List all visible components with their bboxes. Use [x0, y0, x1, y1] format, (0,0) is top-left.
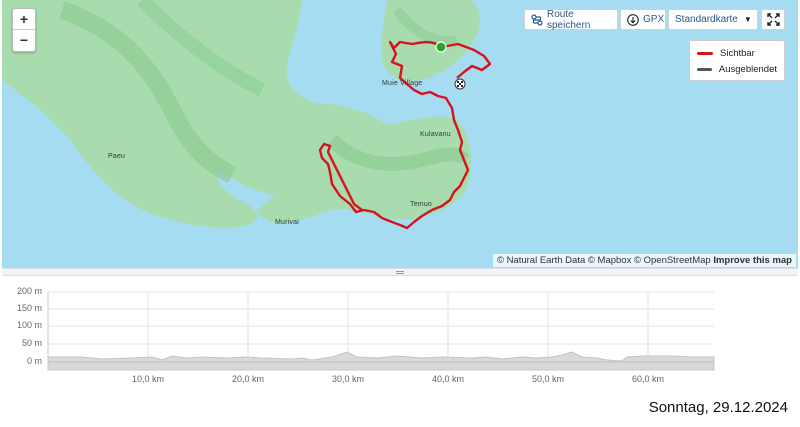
legend-label-visible: Sichtbar	[720, 47, 755, 59]
elevation-chart[interactable]	[2, 276, 798, 388]
fullscreen-button[interactable]	[761, 9, 785, 30]
gpx-download-button[interactable]: GPX	[620, 9, 666, 30]
route-legend: Sichtbar Ausgeblendet	[689, 40, 785, 81]
legend-label-hidden: Ausgeblendet	[718, 63, 777, 75]
attribution-text: © Natural Earth Data © Mapbox © OpenStre…	[496, 255, 711, 266]
map-attribution: © Natural Earth Data © Mapbox © OpenStre…	[492, 254, 796, 267]
route-start-marker	[435, 41, 447, 53]
improve-map-link[interactable]: Improve this map	[713, 255, 792, 266]
place-label: Murivai	[275, 219, 299, 226]
place-label: Muie Village	[382, 80, 423, 87]
y-tick-label: 0 m	[26, 356, 42, 366]
save-route-button[interactable]: Route speichern	[524, 8, 618, 31]
download-icon	[627, 13, 639, 26]
zoom-out-button[interactable]: −	[13, 29, 35, 50]
place-label: Paeu	[108, 153, 126, 160]
grip-icon	[396, 271, 404, 274]
y-tick-label: 200 m	[16, 286, 42, 296]
gpx-label: GPX	[643, 14, 665, 25]
x-tick-label: 40,0 km	[431, 374, 464, 384]
route-finish-marker	[454, 78, 466, 90]
legend-item-visible[interactable]: Sichtbar	[697, 45, 777, 61]
legend-swatch-hidden	[697, 67, 712, 71]
x-tick-label: 50,0 km	[531, 374, 564, 384]
map-canvas[interactable]	[2, 0, 798, 268]
y-tick-label: 50 m	[21, 338, 42, 348]
x-tick-label: 60,0 km	[631, 374, 664, 384]
fullscreen-icon	[766, 13, 780, 26]
zoom-control: + −	[12, 8, 36, 52]
zoom-in-button[interactable]: +	[13, 9, 35, 29]
place-label: Kulavanu	[420, 131, 451, 138]
legend-item-hidden[interactable]: Ausgeblendet	[697, 61, 777, 77]
x-tick-label: 30,0 km	[331, 374, 364, 384]
map-view[interactable]: Paeu Muie Village Kulavanu Temuo Murivai…	[2, 0, 798, 268]
map-style-label: Standardkarte	[675, 14, 738, 25]
place-label: Temuo	[410, 201, 433, 208]
y-tick-label: 150 m	[16, 303, 42, 313]
map-style-dropdown[interactable]: Standardkarte ▼	[668, 9, 758, 30]
panel-resize-handle[interactable]	[2, 268, 798, 276]
elevation-profile[interactable]: 200 m 150 m 100 m 50 m 0 m 10,0 km 20,0 …	[2, 276, 798, 388]
x-tick-label: 10,0 km	[131, 374, 164, 384]
x-tick-label: 20,0 km	[231, 374, 264, 384]
legend-swatch-visible	[697, 51, 713, 55]
caret-down-icon: ▼	[743, 15, 752, 24]
save-route-label: Route speichern	[547, 8, 591, 31]
y-tick-label: 100 m	[16, 320, 42, 330]
route-icon	[531, 13, 543, 26]
date-caption: Sonntag, 29.12.2024	[648, 399, 788, 416]
